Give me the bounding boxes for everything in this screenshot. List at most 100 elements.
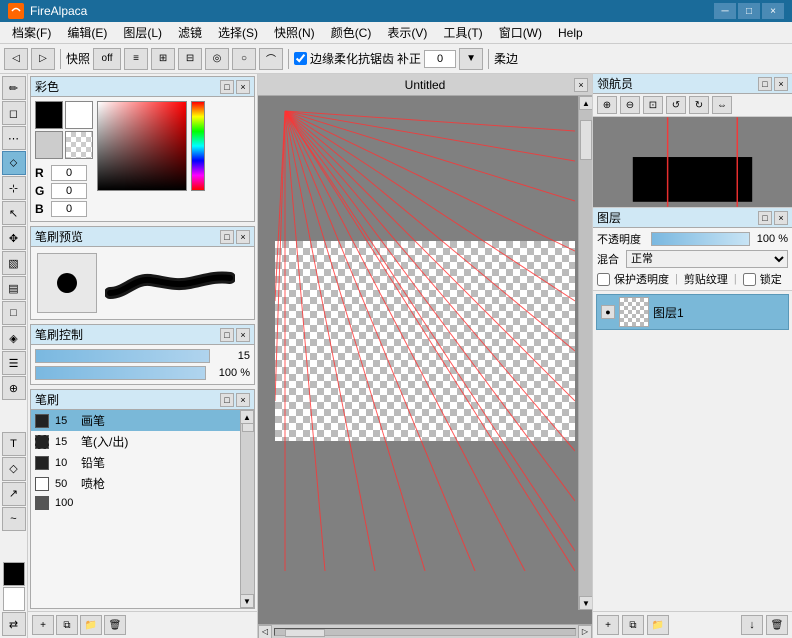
layer-delete-button[interactable]: 🗑 [766,615,788,635]
r-input[interactable]: 0 [51,165,87,181]
toolbar-pattern-2[interactable]: ⊞ [151,48,175,70]
nav-rotate-cw[interactable]: ↻ [689,96,709,114]
canvas-scroll-thumb-v[interactable] [580,120,592,160]
nav-zoom-in[interactable]: ⊕ [597,96,617,114]
close-button[interactable]: × [762,3,784,19]
canvas-scroll-thumb-h[interactable] [285,629,325,637]
brush-item-4[interactable]: 100 [31,494,254,512]
blend-mode-select[interactable]: 正常 [626,250,788,268]
protect-transparency-checkbox[interactable] [597,273,610,286]
layer-merge-button[interactable]: ↓ [741,615,763,635]
maximize-button[interactable]: □ [738,3,760,19]
nav-flip[interactable]: ⇔ [712,96,732,114]
color-gradient-picker[interactable] [97,101,187,191]
menu-help[interactable]: Help [550,24,591,42]
canvas-scroll-up[interactable]: ▲ [579,96,592,110]
brush-preview-close[interactable]: × [236,230,250,244]
layers-detach[interactable]: □ [758,211,772,225]
lock-checkbox[interactable] [743,273,756,286]
brush-list-scroll-up[interactable]: ▲ [240,410,254,424]
brush-control-detach[interactable]: □ [220,328,234,342]
canvas-scroll-left[interactable]: ◁ [258,625,272,638]
menu-file[interactable]: 档案(F) [4,22,59,43]
tool-shape[interactable]: □ [2,301,26,325]
toolbar-forward-button[interactable]: ▷ [31,48,55,70]
transparent-swatch[interactable] [65,131,93,159]
navigator-detach[interactable]: □ [758,77,772,91]
tool-pen[interactable]: ✏ [2,76,26,100]
gray-swatch[interactable] [35,131,63,159]
tool-select[interactable]: ⊹ [2,176,26,200]
brush-list-detach[interactable]: □ [220,393,234,407]
menu-snapshot[interactable]: 快照(N) [266,22,323,43]
nav-rotate-ccw[interactable]: ↺ [666,96,686,114]
brush-item-2[interactable]: 10 铅笔 [31,452,254,473]
menu-view[interactable]: 表示(V) [379,22,435,43]
menu-filter[interactable]: 滤镜 [170,22,210,43]
tool-eyedropper[interactable]: ◈ [2,326,26,350]
brush-list-close[interactable]: × [236,393,250,407]
layer-folder-button[interactable]: 📁 [647,615,669,635]
color-panel-detach[interactable]: □ [220,80,234,94]
tool-text[interactable]: T [2,432,26,456]
menu-color[interactable]: 颜色(C) [323,22,380,43]
layer-add-button[interactable]: + [597,615,619,635]
foreground-swatch[interactable] [35,101,63,129]
menu-edit[interactable]: 编辑(E) [59,22,115,43]
tool-move[interactable]: ✥ [2,226,26,250]
opacity-slider[interactable] [35,366,206,380]
brush-copy-button[interactable]: ⧉ [56,615,78,635]
tool-bucket[interactable]: ▧ [2,251,26,275]
brush-preview-detach[interactable]: □ [220,230,234,244]
tool-lasso[interactable]: ↖ [2,201,26,225]
size-slider[interactable] [35,349,210,363]
brush-item-1[interactable]: 15 笔(入/出) [31,431,254,452]
toolbar-curve[interactable]: ⌒ [259,48,283,70]
tool-ruler[interactable]: ↗ [2,482,26,506]
layer-item-1[interactable]: ● 图层1 [596,294,789,330]
toolbar-pattern-1[interactable]: ≡ [124,48,148,70]
toolbar-pattern-5[interactable]: ○ [232,48,256,70]
g-input[interactable]: 0 [51,183,87,199]
color-spectrum-picker[interactable] [191,101,205,191]
tool-gradient[interactable]: ▤ [2,276,26,300]
toolbar-pattern-4[interactable]: ◎ [205,48,229,70]
tool-snap[interactable]: ◇ [2,457,26,481]
antialias-checkbox-item[interactable]: 边缘柔化抗锯齿 [294,50,394,67]
canvas-vertical-scrollbar[interactable]: ▲ ▼ [578,96,592,610]
tool-hand[interactable]: ☰ [2,351,26,375]
navigator-close[interactable]: × [774,77,788,91]
menu-select[interactable]: 选择(S) [210,22,266,43]
tool-zoom[interactable]: ⊕ [2,376,26,400]
canvas-close-button[interactable]: × [574,78,588,92]
tool-dotted[interactable]: ⋯ [2,126,26,150]
brush-add-button[interactable]: + [32,615,54,635]
layer-opacity-slider[interactable] [651,232,750,246]
tool-fill[interactable]: ⬦ [2,151,26,175]
minimize-button[interactable]: ─ [714,3,736,19]
layer-copy-button[interactable]: ⧉ [622,615,644,635]
layer-1-visibility[interactable]: ● [601,305,615,319]
brush-list-scrollbar[interactable]: ▲ ▼ [240,410,254,608]
canvas-scroll-down[interactable]: ▼ [579,596,592,610]
menu-window[interactable]: 窗口(W) [491,22,550,43]
brush-item-0[interactable]: 15 画笔 [31,410,254,431]
tool-eraser[interactable]: ◻ [2,101,26,125]
brush-control-close[interactable]: × [236,328,250,342]
layers-close[interactable]: × [774,211,788,225]
correction-input[interactable] [424,50,456,68]
nav-fit[interactable]: ⊡ [643,96,663,114]
brush-item-3[interactable]: 50 喷枪 [31,473,254,494]
toolbar-pattern-3[interactable]: ⊟ [178,48,202,70]
b-input[interactable]: 0 [51,201,87,217]
background-swatch[interactable] [65,101,93,129]
brush-list-scroll-down[interactable]: ▼ [240,594,254,608]
background-color[interactable] [3,587,25,611]
quick-off-button[interactable]: off [93,48,121,70]
toolbar-back-button[interactable]: ◁ [4,48,28,70]
brush-folder-button[interactable]: 📁 [80,615,102,635]
menu-layer[interactable]: 图层(L) [115,22,170,43]
canvas-scroll-right[interactable]: ▷ [578,625,592,638]
color-panel-close[interactable]: × [236,80,250,94]
foreground-color[interactable] [3,562,25,586]
